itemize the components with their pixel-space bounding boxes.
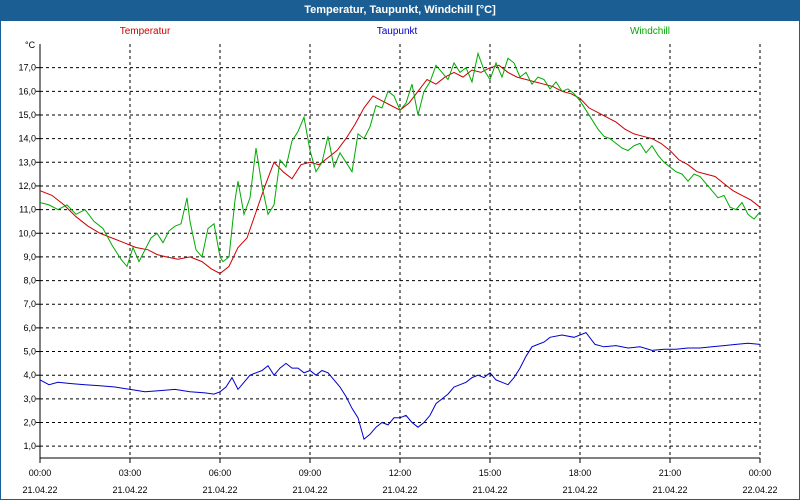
- y-tick-label: 11,0: [19, 205, 36, 215]
- legend-item-windchill: Windchill: [630, 26, 670, 37]
- grid-lines: [39, 44, 761, 458]
- y-tick-label: 10,0: [18, 228, 36, 238]
- axes: [36, 44, 761, 463]
- y-tick-label: 9,0: [23, 252, 36, 262]
- y-tick-label: 8,0: [23, 276, 36, 286]
- y-unit-label: °C: [25, 40, 36, 50]
- y-tick-label: 1,0: [23, 441, 36, 451]
- x-tick-time: 00:00: [749, 468, 772, 478]
- y-tick-label: 7,0: [23, 299, 36, 309]
- y-tick-label: 5,0: [23, 347, 36, 357]
- legend-item-temperatur: Temperatur: [120, 26, 171, 37]
- x-tick-date: 21.04.22: [22, 485, 57, 495]
- y-tick-label: 13,0: [18, 157, 36, 167]
- y-tick-label: 14,0: [18, 134, 36, 144]
- x-tick-time: 03:00: [119, 468, 142, 478]
- x-tick-time: 06:00: [209, 468, 232, 478]
- x-tick-date: 21.04.22: [562, 485, 597, 495]
- x-tick-date: 22.04.22: [742, 485, 777, 495]
- x-tick-time: 00:00: [29, 468, 52, 478]
- y-tick-label: 3,0: [23, 394, 36, 404]
- x-tick-date: 21.04.22: [382, 485, 417, 495]
- y-tick-label: 17,0: [18, 63, 36, 73]
- x-tick-time: 18:00: [569, 468, 592, 478]
- x-tick-time: 21:00: [659, 468, 682, 478]
- x-tick-time: 12:00: [389, 468, 412, 478]
- x-tick-time: 09:00: [299, 468, 322, 478]
- tick-labels: 1,0 2,0 3,0 4,0 5,0 6,0 7,0 8,0 9,0 10,0 11,0 12,0 1…: [18, 63, 777, 495]
- x-tick-date: 21.04.22: [472, 485, 507, 495]
- y-tick-label: 12,0: [18, 181, 36, 191]
- y-tick-label: 15,0: [18, 110, 36, 120]
- chart-svg: °C 1,0 2,0 3,0 4,0 5,0 6,0 7,0 8,0 9,0 10,0 11,0 12…: [18, 26, 777, 495]
- x-tick-time: 15:00: [479, 468, 502, 478]
- y-tick-label: 6,0: [23, 323, 36, 333]
- x-tick-date: 21.04.22: [202, 485, 237, 495]
- y-tick-label: 2,0: [23, 418, 36, 428]
- x-tick-date: 21.04.22: [292, 485, 327, 495]
- y-tick-label: 16,0: [18, 86, 36, 96]
- y-tick-label: 4,0: [23, 370, 36, 380]
- legend-item-taupunkt: Taupunkt: [377, 26, 418, 37]
- x-tick-date: 21.04.22: [652, 485, 687, 495]
- legend: Temperatur Taupunkt Windchill: [120, 26, 670, 37]
- x-tick-date: 21.04.22: [112, 485, 147, 495]
